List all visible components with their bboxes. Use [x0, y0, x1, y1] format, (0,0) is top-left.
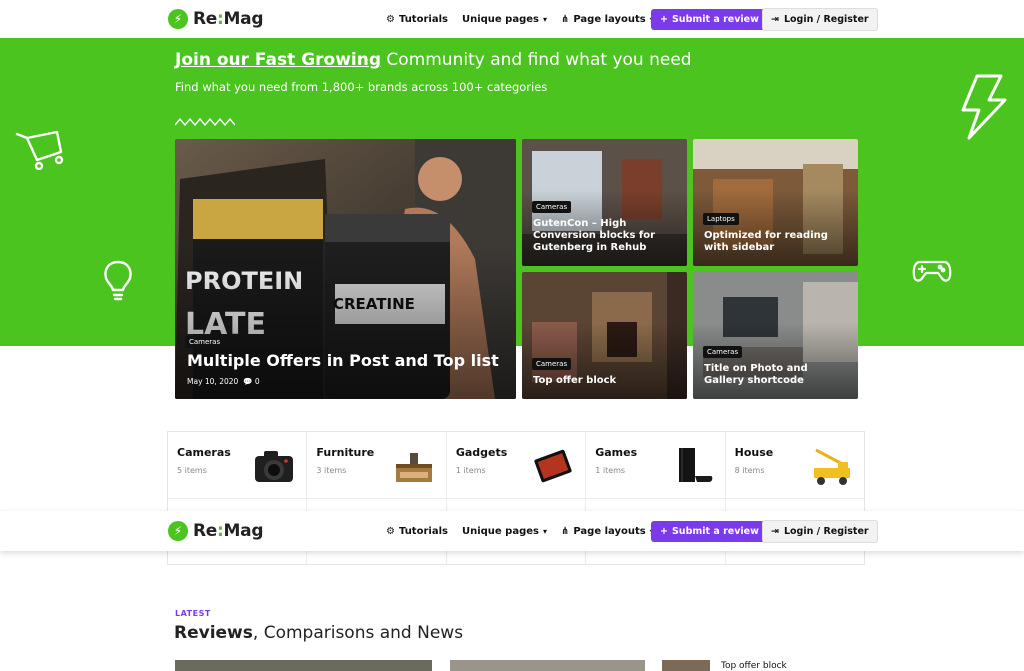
login-icon: ⇥ [771, 525, 779, 537]
post-title[interactable]: Optimized for reading with sidebar [704, 230, 844, 254]
post-title[interactable]: Top offer block [721, 661, 787, 671]
main-nav: ⚙Tutorials Unique pages▾ ⋔Page layouts▾ [386, 526, 654, 537]
submit-review-button[interactable]: + Submit a review [651, 520, 768, 542]
category-tag[interactable]: Laptops [703, 213, 739, 225]
chevron-down-icon: ▾ [542, 526, 547, 536]
category-tag[interactable]: Cameras [532, 358, 572, 370]
login-icon: ⇥ [771, 13, 779, 25]
sticky-header: ⚡ Re:Mag ⚙ Tutorials Unique pages ▾ ⋔ Page … [0, 511, 1024, 551]
post-thumbnail[interactable] [175, 660, 432, 671]
sitemap-icon: ⋔ [560, 13, 570, 25]
join-link[interactable]: Join our Fast Growing [175, 50, 381, 70]
nav-tutorials[interactable]: ⚙ Tutorials [386, 526, 448, 537]
site-header: ⚡ Re:Mag ⚙ Tutorials Unique pages ▾ ⋔ Page … [0, 0, 1024, 38]
post-card[interactable]: Cameras GutenCon – High Conversion block… [522, 139, 687, 266]
post-card[interactable]: Laptops Optimized for reading with sideb… [693, 139, 858, 266]
plus-icon: + [660, 525, 668, 537]
plus-icon: + [660, 13, 668, 25]
game-console-icon [678, 448, 712, 482]
featured-posts-grid: PROTEIN LATE CREATINE Cameras Multiple O… [175, 139, 858, 399]
nav-page-layouts[interactable]: ⋔Page layouts▾ [561, 526, 654, 537]
toy-truck-icon [814, 448, 851, 485]
section-title: Reviews, Comparisons and News [174, 623, 464, 643]
login-button[interactable]: ⇥ Login / Register [762, 519, 878, 543]
tablet-icon [534, 449, 572, 483]
post-title[interactable]: GutenCon – High Conversion blocks for Gu… [533, 218, 673, 254]
furniture-icon [395, 453, 432, 482]
category-tag[interactable]: Cameras [532, 201, 572, 213]
post-card[interactable]: Cameras Title on Photo and Gallery short… [693, 272, 858, 399]
post-card[interactable]: Cameras Top offer block [522, 272, 687, 399]
gamepad-icon [912, 260, 952, 282]
camera-icon [255, 451, 294, 482]
nav-page-layouts[interactable]: ⋔Page layouts▾ [561, 14, 654, 25]
post-title[interactable]: Title on Photo and Gallery shortcode [704, 363, 849, 387]
submit-review-button[interactable]: + Submit a review [651, 8, 768, 30]
lightning-icon [961, 74, 1007, 140]
hero-subtitle: Find what you need from 1,800+ brands ac… [175, 80, 548, 94]
post-thumbnail[interactable] [662, 660, 710, 671]
lightning-icon: ⚡ [168, 521, 188, 541]
post-thumbnail[interactable] [450, 660, 645, 671]
chevron-down-icon: ▾ [542, 14, 547, 24]
post-meta: May 10, 2020 💬 0 [187, 377, 260, 386]
section-eyebrow: LATEST [175, 609, 211, 618]
site-logo[interactable]: ⚡ Re:Mag [168, 521, 264, 541]
nav-tutorials[interactable]: ⚙ Tutorials [386, 14, 448, 25]
category-tag[interactable]: Cameras [703, 346, 743, 358]
login-button[interactable]: ⇥ Login / Register [762, 7, 878, 31]
sitemap-icon: ⋔ [560, 525, 570, 537]
site-logo[interactable]: ⚡ Re:Mag [168, 9, 264, 29]
post-card[interactable]: PROTEIN LATE CREATINE Cameras Multiple O… [175, 139, 516, 399]
nav-unique-pages[interactable]: Unique pages ▾ [462, 14, 547, 25]
cart-icon [15, 130, 64, 170]
hero-title: Join our Fast Growing Community and find… [175, 50, 692, 70]
comment-icon: 💬 [243, 377, 253, 386]
zigzag-divider [175, 118, 235, 126]
post-title[interactable]: Top offer block [533, 375, 673, 387]
lightning-icon: ⚡ [168, 9, 188, 29]
gear-icon: ⚙ [386, 525, 395, 537]
nav-unique-pages[interactable]: Unique pages ▾ [462, 526, 547, 537]
gear-icon: ⚙ [386, 13, 395, 25]
main-nav: ⚙Tutorials Unique pages▾ ⋔Page layouts▾ [386, 14, 654, 25]
post-title[interactable]: Multiple Offers in Post and Top list [187, 352, 507, 370]
category-tag[interactable]: Cameras [185, 336, 225, 348]
lightbulb-icon [104, 260, 132, 301]
